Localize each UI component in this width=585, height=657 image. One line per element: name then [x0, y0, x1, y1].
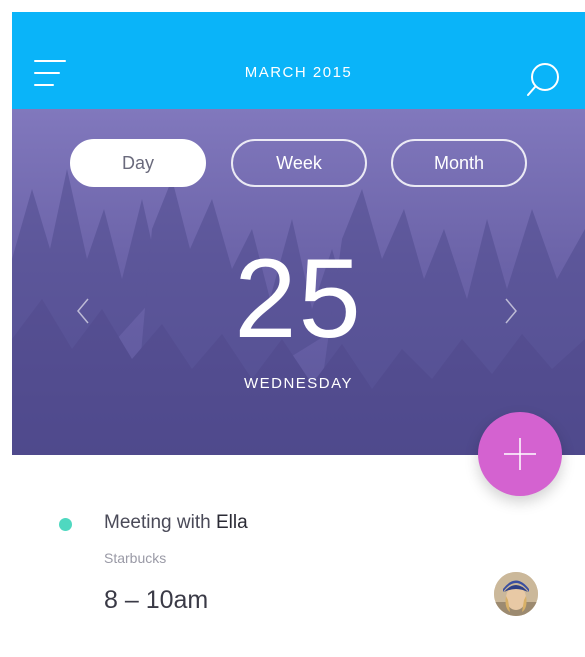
- add-event-button[interactable]: [478, 412, 562, 496]
- tab-month[interactable]: Month: [391, 139, 527, 187]
- event-title-prefix: Meeting with: [104, 512, 216, 533]
- plus-icon: [504, 438, 536, 470]
- event-status-dot: [59, 518, 72, 531]
- menu-line: [34, 84, 54, 86]
- event-time: 8 – 10am: [104, 586, 209, 614]
- event-location: Starbucks: [104, 550, 167, 566]
- date-hero: Day Week Month 25 WEDNESDAY: [12, 109, 585, 455]
- event-attendee-name: Ella: [215, 512, 248, 533]
- attendee-avatar[interactable]: [494, 572, 538, 616]
- app-header: MARCH 2015: [12, 12, 585, 109]
- tab-week[interactable]: Week: [231, 139, 367, 187]
- search-icon: [527, 63, 559, 96]
- chevron-right-icon: [505, 298, 517, 324]
- event-title: Meeting with Ella: [104, 512, 248, 534]
- event-item[interactable]: Meeting with Ella Starbucks 8 – 10am: [0, 500, 585, 640]
- avatar-image: [494, 572, 538, 616]
- search-button[interactable]: [526, 60, 566, 100]
- menu-line: [34, 60, 66, 62]
- next-day-button[interactable]: [500, 297, 520, 325]
- weekday-label: WEDNESDAY: [243, 375, 354, 392]
- month-title: MARCH 2015: [244, 64, 353, 81]
- tab-day[interactable]: Day: [70, 139, 206, 187]
